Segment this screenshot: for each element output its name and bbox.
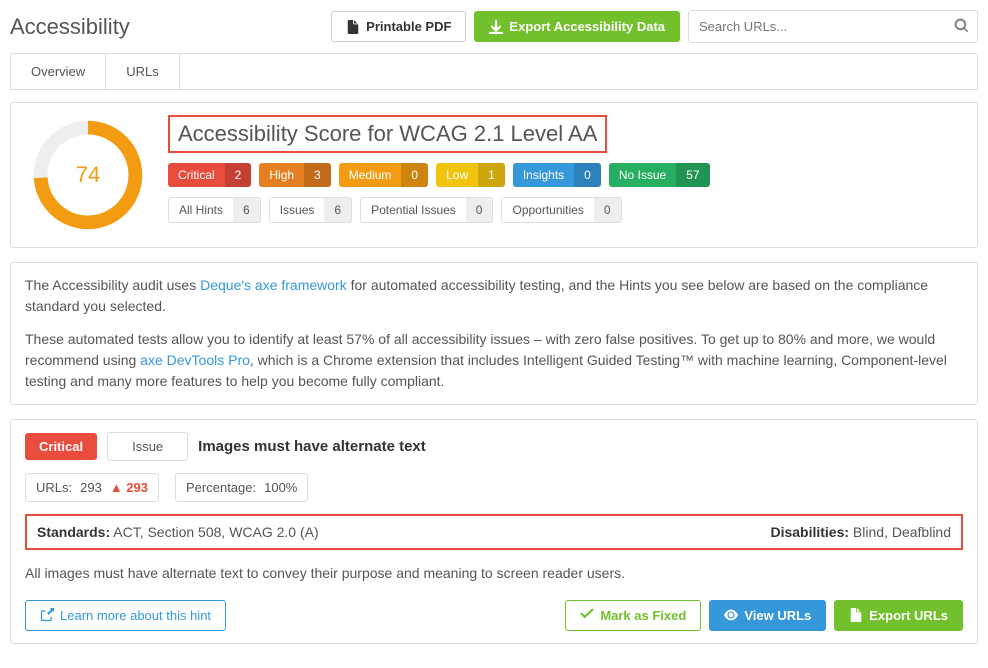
view-urls-button[interactable]: View URLs bbox=[709, 600, 826, 631]
button-label: Learn more about this hint bbox=[60, 608, 211, 623]
search-wrap bbox=[688, 10, 978, 43]
mark-fixed-button[interactable]: Mark as Fixed bbox=[565, 600, 701, 631]
button-label: Mark as Fixed bbox=[600, 608, 686, 623]
tab-overview[interactable]: Overview bbox=[11, 54, 106, 89]
link-axe-framework[interactable]: Deque's axe framework bbox=[200, 277, 347, 293]
score-body: Accessibility Score for WCAG 2.1 Level A… bbox=[168, 115, 963, 233]
stat-urls: URLs: 293 ▲ 293 bbox=[25, 473, 159, 502]
score-card: 74 Accessibility Score for WCAG 2.1 Leve… bbox=[10, 102, 978, 248]
pill-high[interactable]: High3 bbox=[259, 163, 330, 187]
pill-insights[interactable]: Insights0 bbox=[513, 163, 601, 187]
pill-medium[interactable]: Medium0 bbox=[339, 163, 428, 187]
link-axe-devtools[interactable]: axe DevTools Pro bbox=[140, 352, 250, 368]
pill-critical[interactable]: Critical2 bbox=[168, 163, 251, 187]
standards-text: Standards: ACT, Section 508, WCAG 2.0 (A… bbox=[37, 524, 319, 540]
pill-all-hints[interactable]: All Hints6 bbox=[168, 197, 261, 223]
issue-stats: URLs: 293 ▲ 293 Percentage: 100% bbox=[25, 473, 963, 502]
export-urls-button[interactable]: Export URLs bbox=[834, 600, 963, 631]
export-icon bbox=[489, 20, 503, 34]
button-label: Printable PDF bbox=[366, 19, 451, 34]
info-card: The Accessibility audit uses Deque's axe… bbox=[10, 262, 978, 405]
check-icon bbox=[580, 608, 594, 622]
issue-card: Critical Issue Images must have alternat… bbox=[10, 419, 978, 644]
search-input[interactable] bbox=[688, 10, 978, 43]
disabilities-text: Disabilities: Blind, Deafblind bbox=[770, 524, 951, 540]
file-icon bbox=[346, 20, 360, 34]
score-donut: 74 bbox=[33, 120, 143, 230]
search-icon[interactable] bbox=[954, 18, 968, 35]
pill-low[interactable]: Low1 bbox=[436, 163, 505, 187]
page-title: Accessibility bbox=[10, 14, 130, 40]
standards-row: Standards: ACT, Section 508, WCAG 2.0 (A… bbox=[25, 514, 963, 550]
pill-issues[interactable]: Issues6 bbox=[269, 197, 352, 223]
delta-up-icon: ▲ 293 bbox=[110, 480, 148, 495]
score-title: Accessibility Score for WCAG 2.1 Level A… bbox=[168, 115, 607, 153]
button-label: Export URLs bbox=[869, 608, 948, 623]
spacer bbox=[234, 600, 557, 631]
printable-pdf-button[interactable]: Printable PDF bbox=[331, 11, 466, 42]
pill-noissue[interactable]: No Issue57 bbox=[609, 163, 710, 187]
tab-urls[interactable]: URLs bbox=[106, 54, 180, 89]
type-badge: Issue bbox=[107, 432, 188, 461]
issue-footer: Learn more about this hint Mark as Fixed… bbox=[25, 600, 963, 631]
info-paragraph-1: The Accessibility audit uses Deque's axe… bbox=[25, 275, 963, 317]
pill-potential-issues[interactable]: Potential Issues0 bbox=[360, 197, 493, 223]
issue-description: All images must have alternate text to c… bbox=[25, 564, 963, 584]
button-label: View URLs bbox=[744, 608, 811, 623]
filter-pills: All Hints6 Issues6 Potential Issues0 Opp… bbox=[168, 197, 963, 223]
external-link-icon bbox=[40, 608, 54, 622]
stat-percentage: Percentage: 100% bbox=[175, 473, 308, 502]
score-value: 74 bbox=[33, 120, 143, 230]
file-export-icon bbox=[849, 608, 863, 622]
eye-icon bbox=[724, 608, 738, 622]
button-label: Export Accessibility Data bbox=[509, 19, 665, 34]
issue-header: Critical Issue Images must have alternat… bbox=[25, 432, 963, 461]
export-data-button[interactable]: Export Accessibility Data bbox=[474, 11, 680, 42]
pill-opportunities[interactable]: Opportunities0 bbox=[501, 197, 621, 223]
info-paragraph-2: These automated tests allow you to ident… bbox=[25, 329, 963, 392]
severity-pills: Critical2 High3 Medium0 Low1 Insights0 N… bbox=[168, 163, 963, 187]
tabs: Overview URLs bbox=[10, 53, 978, 90]
learn-more-button[interactable]: Learn more about this hint bbox=[25, 600, 226, 631]
page-header: Accessibility Printable PDF Export Acces… bbox=[10, 10, 978, 43]
tabs-fill bbox=[180, 54, 977, 89]
severity-badge: Critical bbox=[25, 433, 97, 460]
issue-title: Images must have alternate text bbox=[198, 438, 426, 455]
